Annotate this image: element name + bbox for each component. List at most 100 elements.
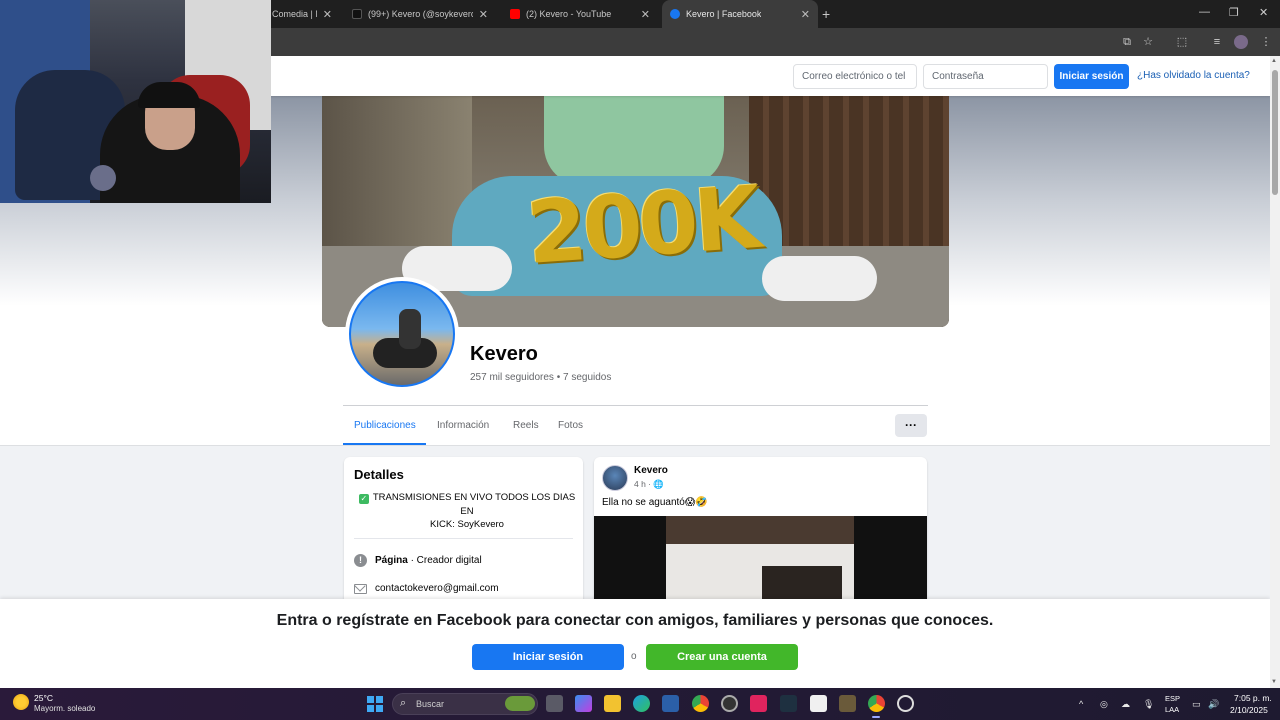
webcam-overlay <box>0 0 271 203</box>
tab-title: (2) Kevero - YouTube <box>526 9 612 19</box>
close-icon[interactable]: ✕ <box>323 8 332 21</box>
tray-overflow-icon[interactable]: ^ <box>1079 699 1083 709</box>
app-circle-icon[interactable] <box>897 695 914 712</box>
bio-line: EN <box>460 505 474 517</box>
banner-login-button[interactable]: Iniciar sesión <box>472 644 624 670</box>
tab-publicaciones[interactable]: Publicaciones <box>354 420 416 431</box>
tab-youtube[interactable]: (2) Kevero - YouTube ✕ <box>502 0 658 28</box>
info-icon: ! <box>354 554 367 567</box>
email-field[interactable]: Correo electrónico o tel <box>793 64 917 89</box>
keyboard-layout[interactable]: LAA <box>1165 705 1179 714</box>
game-icon[interactable] <box>839 695 856 712</box>
tab-informacion[interactable]: Información <box>437 420 489 431</box>
profile-avatar-icon[interactable] <box>1234 35 1248 49</box>
avatar-photo <box>349 281 455 387</box>
edge-icon[interactable] <box>633 695 650 712</box>
tab-tiktok[interactable]: (99+) Kevero (@soykevero) | Ti ✕ <box>344 0 496 28</box>
more-options-button[interactable]: ··· <box>895 414 927 437</box>
details-bio: ✓ TRANSMISIONES EN VIVO TODOS LOS DIAS EN… <box>358 491 576 532</box>
clock-date[interactable]: 2/10/2025 <box>1230 705 1268 715</box>
page-label: Página <box>375 555 408 566</box>
login-button[interactable]: Iniciar sesión <box>1054 64 1129 89</box>
page-category: Página · Creador digital <box>375 555 482 566</box>
bookmark-star-icon[interactable]: ☆ <box>1141 35 1155 49</box>
scrollbar-thumb[interactable] <box>1272 70 1278 195</box>
store-icon[interactable] <box>662 695 679 712</box>
cast-icon[interactable]: ⧉ <box>1120 35 1134 49</box>
streamer-cap <box>138 82 200 108</box>
page-category-row: ! Página · Creador digital <box>354 554 482 567</box>
obs-icon[interactable] <box>721 695 738 712</box>
cloud-icon[interactable]: ☁ <box>1121 699 1130 710</box>
youtube-icon <box>510 9 520 19</box>
tab-comedia[interactable]: Comedia | M ✕ <box>264 0 340 28</box>
profile-name: Kevero <box>470 343 538 365</box>
tab-reels[interactable]: Reels <box>513 420 539 431</box>
clock-time[interactable]: 7:05 p. m. <box>1234 693 1272 703</box>
restore-button[interactable]: ❐ <box>1229 6 1239 19</box>
post-author-avatar[interactable] <box>602 465 628 491</box>
tab-title: (99+) Kevero (@soykevero) | Ti <box>368 9 473 19</box>
balloon-200k: 200K <box>523 168 761 284</box>
task-view-icon[interactable] <box>546 695 563 712</box>
copilot-icon[interactable] <box>575 695 592 712</box>
facebook-icon <box>670 9 680 19</box>
active-app-indicator <box>872 716 880 718</box>
register-banner: Entra o regístrate en Facebook para cone… <box>0 599 1270 688</box>
menu-kebab-icon[interactable]: ⋮ <box>1259 35 1273 49</box>
tiktok-icon <box>352 9 362 19</box>
language-indicator[interactable]: ESP <box>1165 694 1180 703</box>
file-explorer-icon[interactable] <box>604 695 621 712</box>
tiktok-live-icon[interactable] <box>750 695 767 712</box>
extensions-icon[interactable]: ⬚ <box>1175 35 1189 49</box>
tab-fotos[interactable]: Fotos <box>558 420 583 431</box>
post-timestamp[interactable]: 4 h · 🌐 <box>634 479 664 490</box>
tab-facebook[interactable]: Kevero | Facebook ✕ <box>662 0 818 28</box>
app-icon[interactable] <box>780 695 797 712</box>
tab-title: Kevero | Facebook <box>686 9 762 19</box>
tray-app-icon[interactable]: ◎ <box>1100 699 1108 710</box>
search-icon: ⌕ <box>400 697 407 709</box>
check-icon: ✓ <box>358 494 369 504</box>
reading-list-icon[interactable]: ≡ <box>1210 35 1224 49</box>
chrome-active-icon[interactable] <box>868 695 885 712</box>
document-icon[interactable] <box>810 695 827 712</box>
or-label: o <box>631 651 637 662</box>
password-field[interactable]: Contraseña <box>923 64 1048 89</box>
profile-stats[interactable]: 257 mil seguidores • 7 seguidos <box>470 372 611 383</box>
forgot-account-link[interactable]: ¿Has olvidado la cuenta? <box>1137 70 1250 81</box>
mail-icon <box>354 583 367 594</box>
close-icon[interactable]: ✕ <box>641 8 650 21</box>
new-tab-button[interactable]: + <box>822 6 830 22</box>
weather-description[interactable]: Mayorm. soleado <box>34 704 95 713</box>
network-icon[interactable]: ▭ <box>1192 699 1201 710</box>
search-label[interactable]: Buscar <box>416 699 444 709</box>
profile-avatar[interactable] <box>345 277 459 391</box>
close-icon[interactable]: ✕ <box>479 8 488 21</box>
chrome-icon[interactable] <box>692 695 709 712</box>
post-text: Ella no se aguantó😱🤣 <box>602 497 708 508</box>
volume-icon[interactable]: 🔊 <box>1208 699 1219 710</box>
scroll-down-icon[interactable]: ▼ <box>1271 679 1277 685</box>
weather-temperature[interactable]: 25°C <box>34 693 53 703</box>
register-prompt: Entra o regístrate en Facebook para cone… <box>276 612 994 629</box>
search-highlight-icon <box>505 696 535 711</box>
video-beam <box>666 516 854 544</box>
minimize-button[interactable]: — <box>1199 6 1210 18</box>
cover-shoe-right <box>762 256 877 301</box>
email-row: contactokevero@gmail.com <box>354 583 499 594</box>
contact-email[interactable]: contactokevero@gmail.com <box>375 583 499 594</box>
microphone-icon[interactable]: 🎙 <box>1143 699 1154 710</box>
close-window-button[interactable]: ✕ <box>1259 6 1268 19</box>
close-icon[interactable]: ✕ <box>801 8 810 21</box>
page-category-text: · Creador digital <box>407 555 482 566</box>
post-author[interactable]: Kevero <box>634 465 668 476</box>
divider <box>343 405 928 406</box>
weather-sun-icon[interactable] <box>13 694 29 710</box>
rider <box>399 309 421 349</box>
scroll-up-icon[interactable]: ▲ <box>1271 58 1277 64</box>
bio-line: KICK: SoyKevero <box>430 519 504 530</box>
create-account-button[interactable]: Crear una cuenta <box>646 644 798 670</box>
windows-start-icon[interactable] <box>367 696 383 712</box>
tab-title: Comedia | M <box>272 9 317 19</box>
